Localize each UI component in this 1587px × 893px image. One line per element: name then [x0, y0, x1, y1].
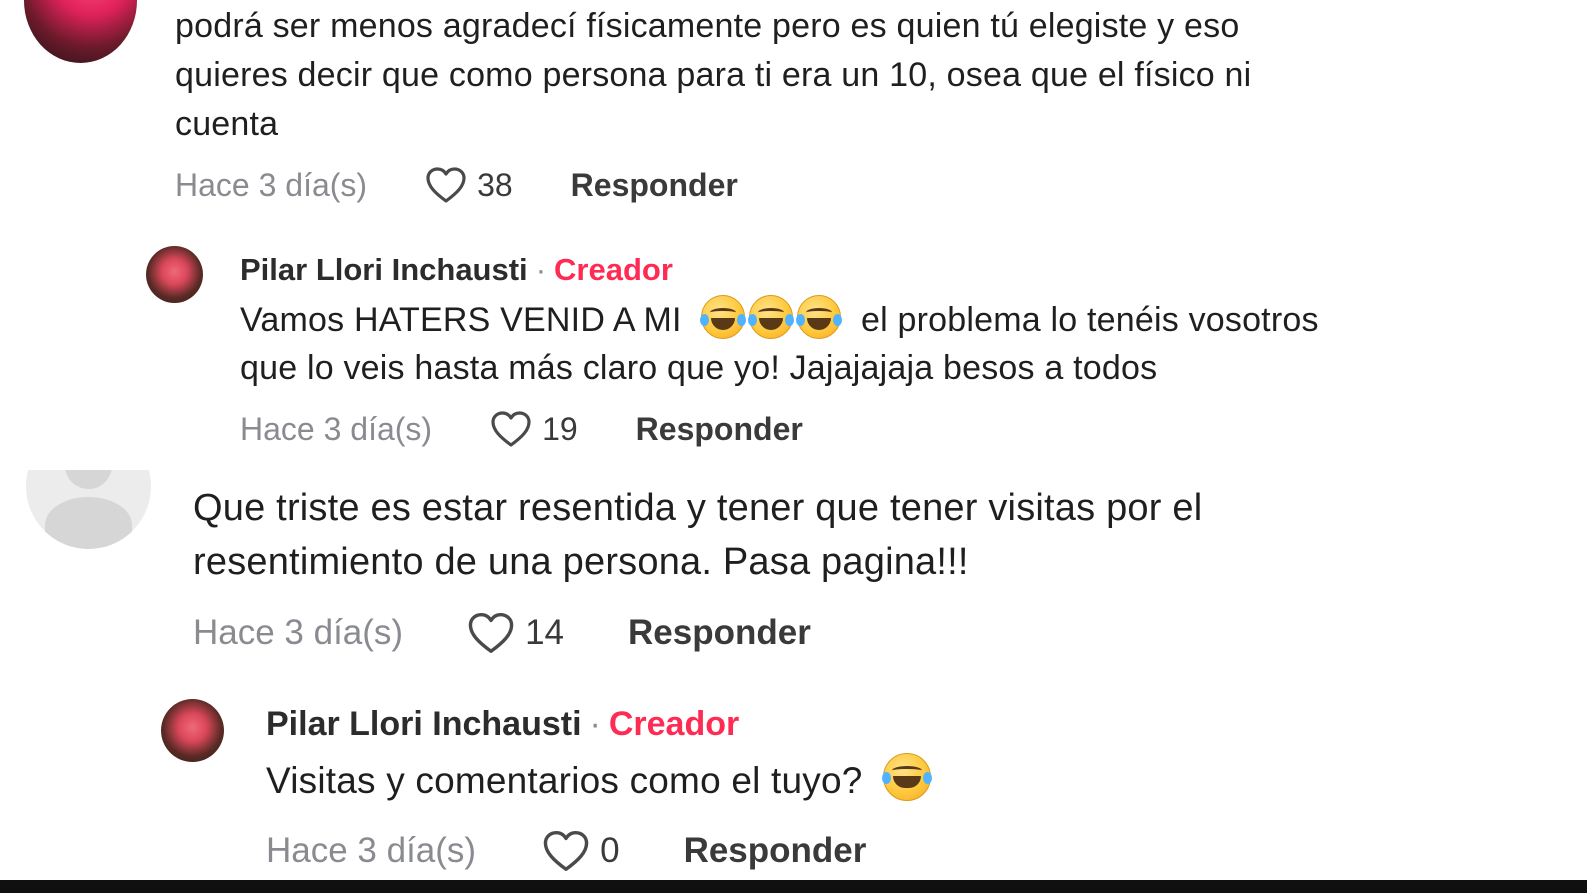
reply-meta: Hace 3 día(s) 19 Responder [240, 410, 803, 448]
commenter-avatar[interactable] [26, 470, 151, 549]
author-name[interactable]: Pilar Llori Inchausti [266, 705, 582, 744]
face-with-tears-of-joy-icon [882, 753, 933, 801]
reply-text-start: Vamos HATERS VENID A MI [240, 301, 682, 339]
comments-page: podrá ser menos agradecí físicamente per… [0, 0, 1587, 893]
like-button[interactable]: 0 [542, 829, 620, 873]
like-button[interactable]: 19 [490, 410, 578, 448]
reply-text-line: que lo veis hasta más claro que yo! Jaja… [240, 349, 1158, 387]
comment-text-line: resentimiento de una persona. Pasa pagin… [193, 541, 969, 583]
face-with-tears-of-joy-icon [796, 295, 843, 339]
like-count: 0 [600, 831, 620, 870]
like-count: 38 [477, 166, 513, 203]
author-line: Pilar Llori Inchausti · Creador [240, 252, 673, 288]
reply-text-line: Vamos HATERS VENID A MI el problema lo t… [240, 295, 1319, 345]
like-button[interactable]: 38 [425, 166, 513, 204]
commenter-avatar[interactable] [24, 0, 137, 63]
default-avatar-shoulders [44, 496, 133, 549]
heart-icon [467, 611, 515, 655]
bottom-edge-bar [0, 880, 1587, 893]
face-with-tears-of-joy-icon [700, 295, 747, 339]
author-name[interactable]: Pilar Llori Inchausti [240, 252, 528, 288]
reply-text-line: Visitas y comentarios como el tuyo? [266, 753, 933, 808]
heart-icon [425, 166, 467, 204]
reply-button[interactable]: Responder [636, 411, 803, 448]
comment-meta: Hace 3 día(s) 14 Responder [193, 611, 811, 655]
comment-text-line: cuenta [175, 105, 279, 143]
like-count: 19 [542, 410, 578, 447]
comment-text-line: podrá ser menos agradecí físicamente per… [175, 7, 1240, 45]
heart-icon [490, 410, 532, 448]
like-count: 14 [525, 613, 565, 652]
separator-dot: · [589, 705, 601, 743]
creator-badge: Creador [608, 705, 740, 743]
reply-text-end: el problema lo tenéis vosotros [860, 301, 1319, 339]
separator-dot: · [535, 252, 547, 287]
reply-button[interactable]: Responder [684, 831, 867, 871]
comment-text-line: Que triste es estar resentida y tener qu… [193, 487, 1203, 529]
creator-avatar[interactable] [161, 699, 224, 762]
comment-text-line: quieres decir que como persona para ti e… [175, 56, 1252, 94]
reply-button[interactable]: Responder [628, 613, 811, 653]
comment-meta: Hace 3 día(s) 38 Responder [175, 166, 738, 204]
reply-time: Hace 3 día(s) [240, 410, 433, 447]
creator-badge: Creador [554, 252, 673, 287]
creator-avatar[interactable] [146, 246, 203, 303]
author-line: Pilar Llori Inchausti · Creador [266, 705, 739, 744]
face-with-tears-of-joy-icon [748, 295, 795, 339]
default-avatar-head [64, 470, 113, 489]
like-button[interactable]: 14 [467, 611, 564, 655]
reply-text-start: Visitas y comentarios como el tuyo? [266, 760, 863, 801]
reply-meta: Hace 3 día(s) 0 Responder [266, 829, 866, 873]
reply-button[interactable]: Responder [571, 167, 738, 204]
reply-time: Hace 3 día(s) [266, 831, 477, 870]
heart-icon [542, 829, 590, 873]
comment-time: Hace 3 día(s) [193, 613, 404, 652]
comment-time: Hace 3 día(s) [175, 166, 368, 203]
